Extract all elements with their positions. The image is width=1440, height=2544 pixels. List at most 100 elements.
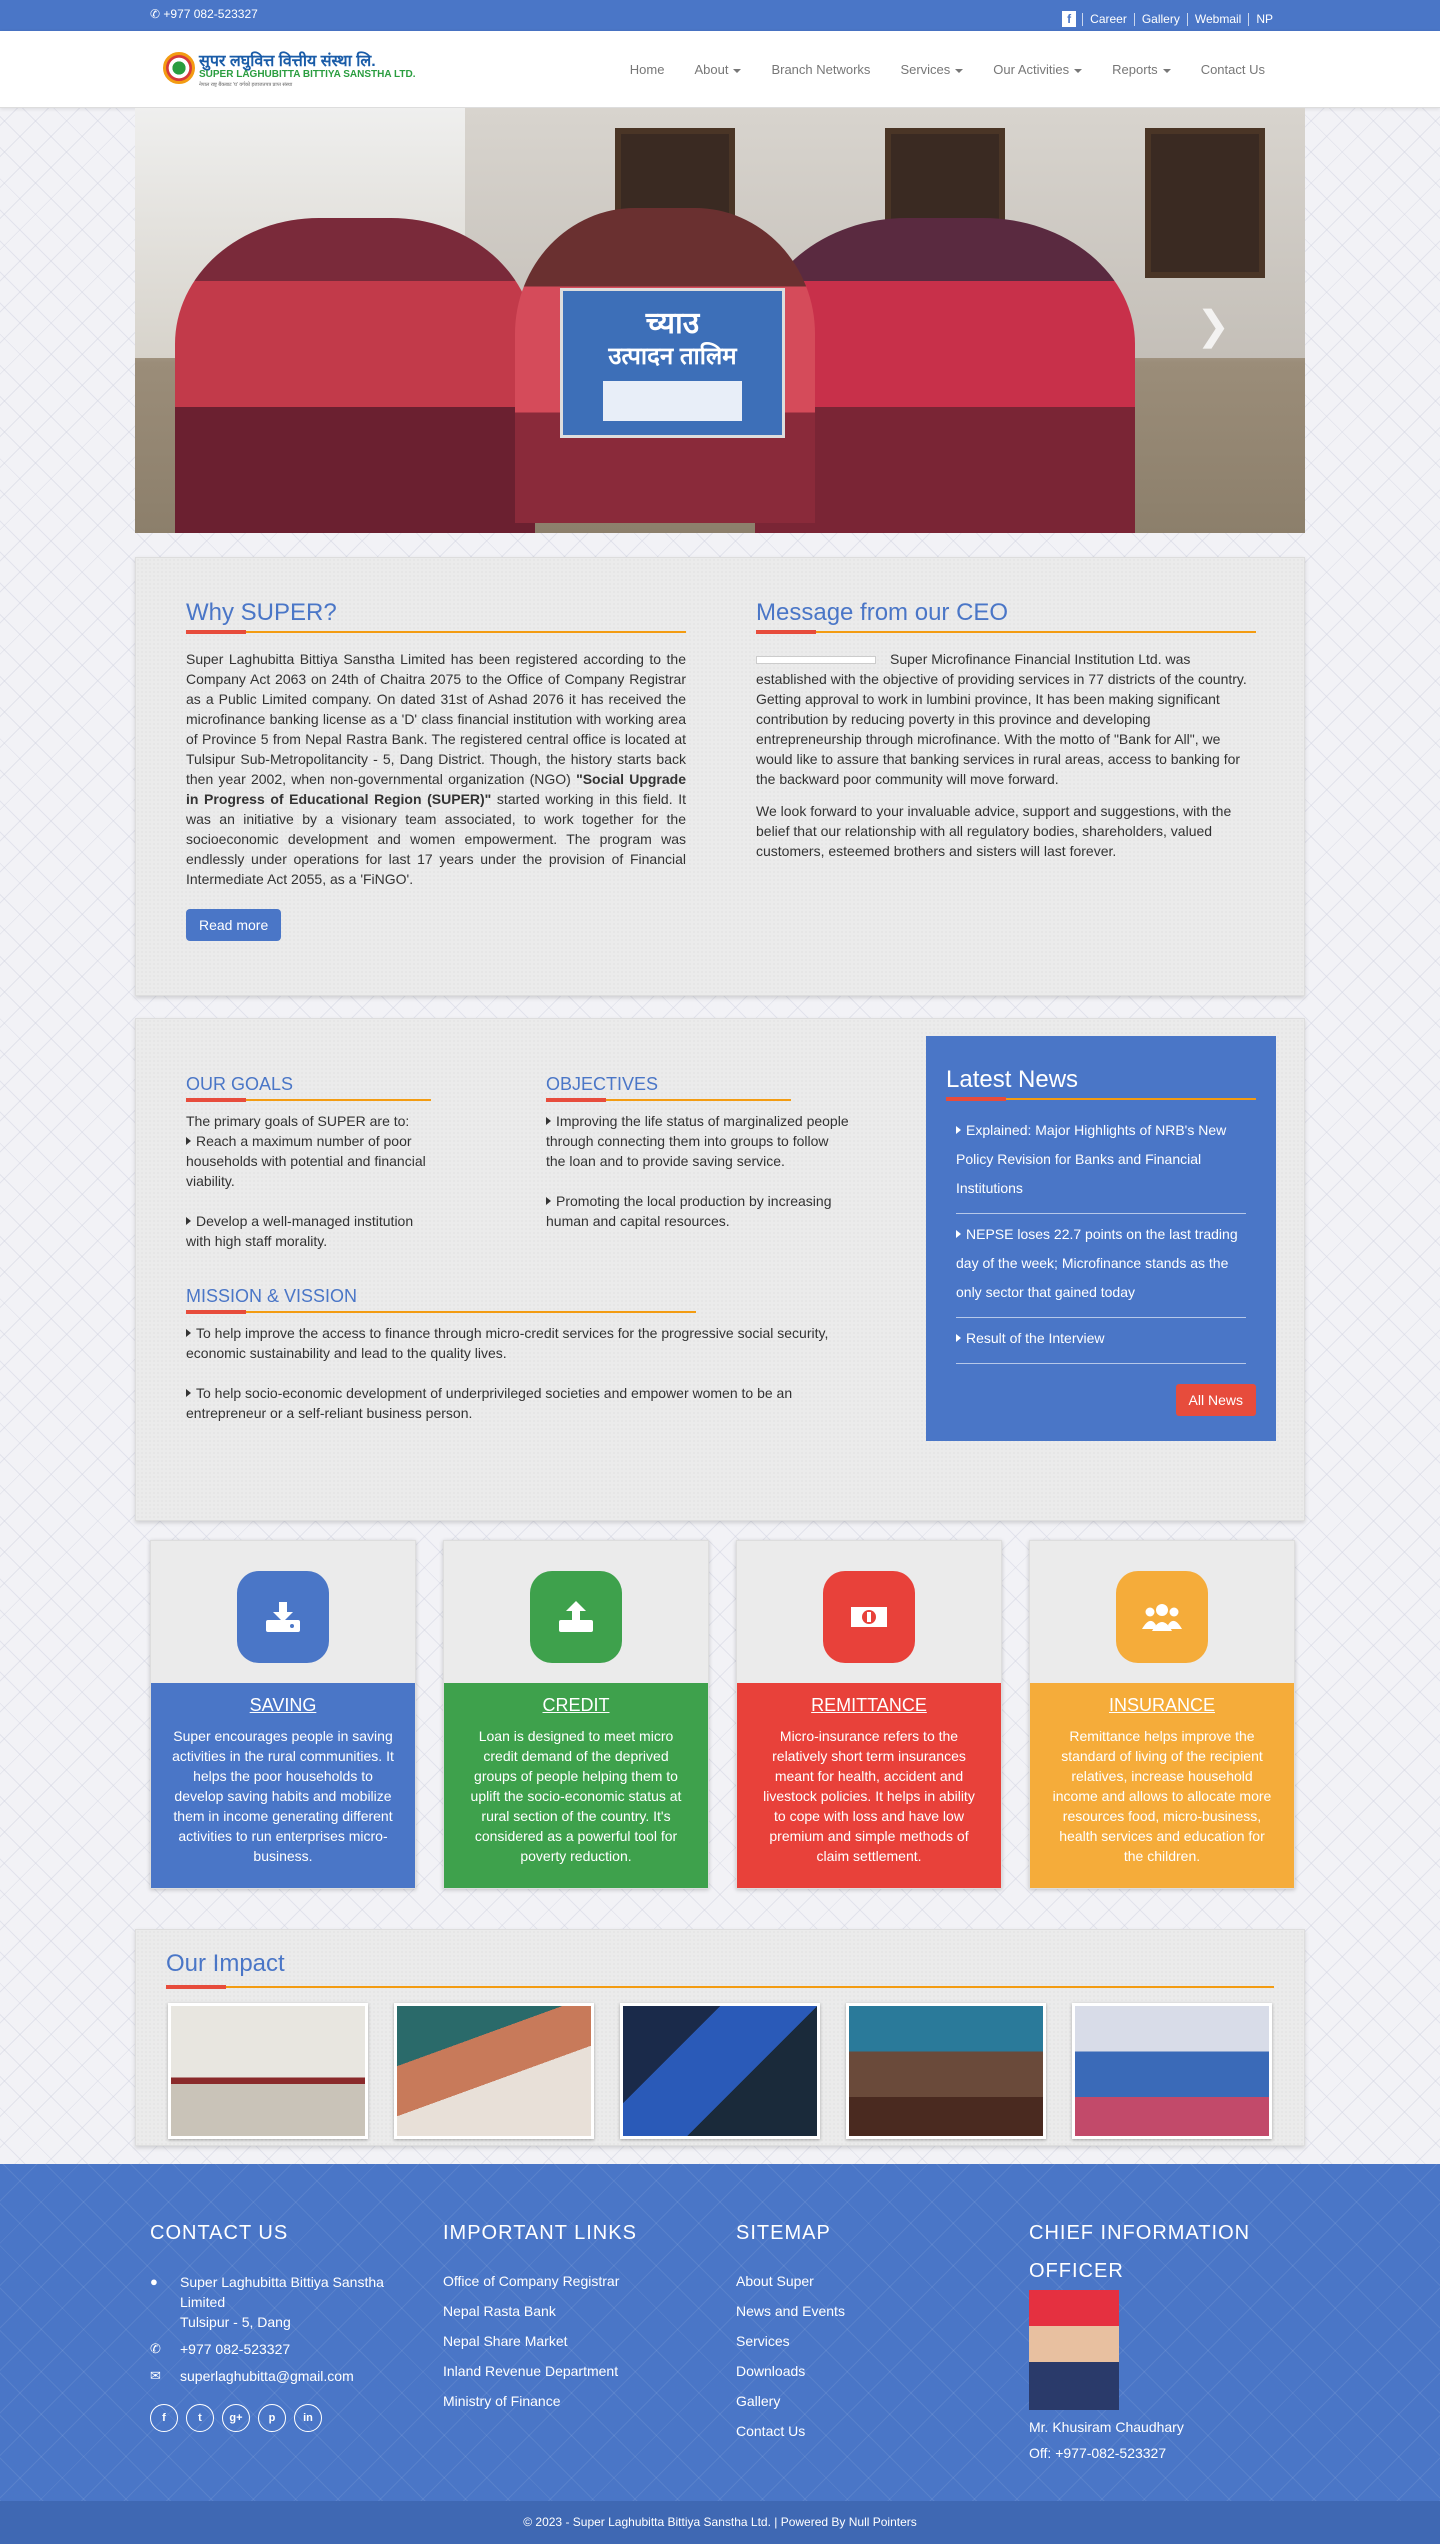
title-underline: [186, 1310, 696, 1314]
footer-email[interactable]: ✉ superlaghubitta@gmail.com: [150, 2366, 400, 2386]
nav-our-activities[interactable]: Our Activities: [978, 62, 1097, 77]
nav-branch-networks[interactable]: Branch Networks: [756, 62, 885, 77]
service-title[interactable]: INSURANCE: [1050, 1695, 1274, 1716]
hero-slider: च्याउ उत्पादन तालिम ❯: [135, 108, 1305, 533]
map-marker-icon: ●: [150, 2274, 158, 2289]
sitemap-link[interactable]: News and Events: [736, 2296, 986, 2326]
cio-photo: [1029, 2290, 1119, 2410]
sitemap-link[interactable]: About Super: [736, 2266, 986, 2296]
important-link[interactable]: Office of Company Registrar: [443, 2266, 693, 2296]
goal-item: Develop a well-managed institution with …: [186, 1211, 431, 1251]
top-link-webmail[interactable]: Webmail: [1195, 12, 1241, 26]
ceo-message-para-2: We look forward to your invaluable advic…: [756, 803, 1232, 859]
title-underline: [166, 1985, 1274, 1989]
top-link-career[interactable]: Career: [1090, 12, 1127, 26]
important-link[interactable]: Ministry of Finance: [443, 2386, 693, 2416]
why-text-part: Super Laghubitta Bittiya Sanstha Limited…: [186, 651, 686, 787]
service-title[interactable]: REMITTANCE: [757, 1695, 981, 1716]
service-title[interactable]: SAVING: [171, 1695, 395, 1716]
nav-reports[interactable]: Reports: [1097, 62, 1186, 77]
facebook-icon[interactable]: f: [150, 2404, 178, 2432]
service-description: Micro-insurance refers to the relatively…: [763, 1728, 975, 1864]
sitemap-link[interactable]: Contact Us: [736, 2416, 986, 2446]
google-plus-icon[interactable]: g+: [222, 2404, 250, 2432]
address-line-1: Super Laghubitta Bittiya Sanstha Limited: [180, 2274, 384, 2310]
news-item[interactable]: Result of the Interview: [956, 1318, 1246, 1364]
nav-contact-us[interactable]: Contact Us: [1186, 62, 1280, 77]
nav-services[interactable]: Services: [885, 62, 978, 77]
news-item[interactable]: NEPSE loses 22.7 points on the last trad…: [956, 1214, 1246, 1318]
important-link[interactable]: Nepal Rasta Bank: [443, 2296, 693, 2326]
impact-gallery: [168, 2003, 1272, 2139]
service-card-credit[interactable]: CREDIT Loan is designed to meet micro cr…: [443, 1540, 709, 1889]
nav-our-activities-label: Our Activities: [993, 62, 1070, 77]
banner-lower-panel: [603, 381, 742, 421]
service-body: INSURANCE Remittance helps improve the s…: [1030, 1683, 1294, 1888]
title-underline: [756, 630, 1256, 634]
pinterest-icon[interactable]: p: [258, 2404, 286, 2432]
navbar: सुपर लघुवित्त वित्तीय संस्था लि. SUPER L…: [0, 31, 1440, 108]
footer: CONTACT US ● Super Laghubitta Bittiya San…: [0, 2164, 1440, 2501]
chevron-right-icon[interactable]: ❯: [1196, 303, 1230, 349]
twitter-icon[interactable]: t: [186, 2404, 214, 2432]
top-link-np[interactable]: NP: [1256, 12, 1273, 26]
service-card-remittance[interactable]: REMITTANCE Micro-insurance refers to the…: [736, 1540, 1002, 1889]
nav-home[interactable]: Home: [615, 62, 680, 77]
mission-item: To help improve the access to finance th…: [186, 1323, 846, 1363]
nav-about[interactable]: About: [679, 62, 756, 77]
objectives-title: OBJECTIVES: [546, 1074, 659, 1094]
our-goals-section: OUR GOALS The primary goals of SUPER are…: [186, 1074, 431, 1251]
logo-name-nepali: सुपर लघुवित्त वित्तीय संस्था लि.: [199, 53, 376, 70]
top-phone-number: +977 082-523327: [163, 7, 258, 21]
impact-photo[interactable]: [168, 2003, 368, 2139]
news-item-text: Explained: Major Highlights of NRB's New…: [956, 1122, 1227, 1196]
all-news-button[interactable]: All News: [1175, 1384, 1256, 1416]
our-impact-title: Our Impact: [166, 1950, 285, 1977]
sitemap-list: About Super News and Events Services Dow…: [736, 2266, 986, 2446]
impact-photo[interactable]: [846, 2003, 1046, 2139]
service-body: SAVING Super encourages people in saving…: [151, 1683, 415, 1888]
important-link[interactable]: Nepal Share Market: [443, 2326, 693, 2356]
site-logo[interactable]: सुपर लघुवित्त वित्तीय संस्था लि. SUPER L…: [163, 48, 415, 92]
linkedin-icon[interactable]: in: [294, 2404, 322, 2432]
service-card-insurance[interactable]: INSURANCE Remittance helps improve the s…: [1029, 1540, 1295, 1889]
sitemap-link[interactable]: Services: [736, 2326, 986, 2356]
objective-item: Promoting the local production by increa…: [546, 1191, 851, 1231]
ceo-message-title: Message from our CEO: [756, 599, 1009, 626]
impact-photo[interactable]: [620, 2003, 820, 2139]
latest-news-box: Latest News Explained: Major Highlights …: [926, 1036, 1276, 1441]
news-item[interactable]: Explained: Major Highlights of NRB's New…: [956, 1110, 1246, 1214]
sitemap-link[interactable]: Downloads: [736, 2356, 986, 2386]
banner-line-2: उत्पादन तालिम: [608, 343, 737, 370]
ceo-message-section: Message from our CEO Super Microfinance …: [756, 599, 1256, 861]
our-goals-title: OUR GOALS: [186, 1074, 294, 1094]
goal-item: Reach a maximum number of poor household…: [186, 1131, 431, 1191]
sitemap-link[interactable]: Gallery: [736, 2386, 986, 2416]
training-banner: च्याउ उत्पादन तालिम: [560, 288, 785, 438]
impact-photo[interactable]: [394, 2003, 594, 2139]
facebook-icon[interactable]: f: [1062, 11, 1077, 27]
impact-photo[interactable]: [1072, 2003, 1272, 2139]
remittance-icon: [823, 1571, 915, 1663]
footer-sitemap: SITEMAP About Super News and Events Serv…: [736, 2214, 986, 2446]
top-link-gallery[interactable]: Gallery: [1142, 12, 1180, 26]
logo-name-english: SUPER LAGHUBITTA BITTIYA SANSTHA LTD.: [199, 69, 416, 80]
cio-phone: Off: +977-082-523327: [1029, 2445, 1167, 2461]
important-link[interactable]: Inland Revenue Department: [443, 2356, 693, 2386]
news-item-text: Result of the Interview: [966, 1330, 1105, 1346]
service-description: Remittance helps improve the standard of…: [1052, 1728, 1272, 1864]
cio-name: Mr. Khusiram Chaudhary: [1029, 2419, 1184, 2435]
footer-cio: CHIEF INFORMATION OFFICER Mr. Khusiram C…: [1029, 2214, 1289, 2466]
read-more-button[interactable]: Read more: [186, 909, 282, 941]
footer-email-address: superlaghubitta@gmail.com: [180, 2368, 354, 2384]
group-photo-people-left: [175, 218, 535, 533]
service-body: REMITTANCE Micro-insurance refers to the…: [737, 1683, 1001, 1888]
mission-item: To help socio-economic development of un…: [186, 1383, 846, 1423]
social-links: f t g+ p in: [150, 2404, 400, 2432]
service-card-saving[interactable]: SAVING Super encourages people in saving…: [150, 1540, 416, 1889]
address-line-2: Tulsipur - 5, Dang: [180, 2314, 291, 2330]
title-underline: [186, 1098, 431, 1102]
service-title[interactable]: CREDIT: [464, 1695, 688, 1716]
title-underline: [186, 630, 686, 634]
footer-contact-title: CONTACT US: [150, 2222, 289, 2244]
